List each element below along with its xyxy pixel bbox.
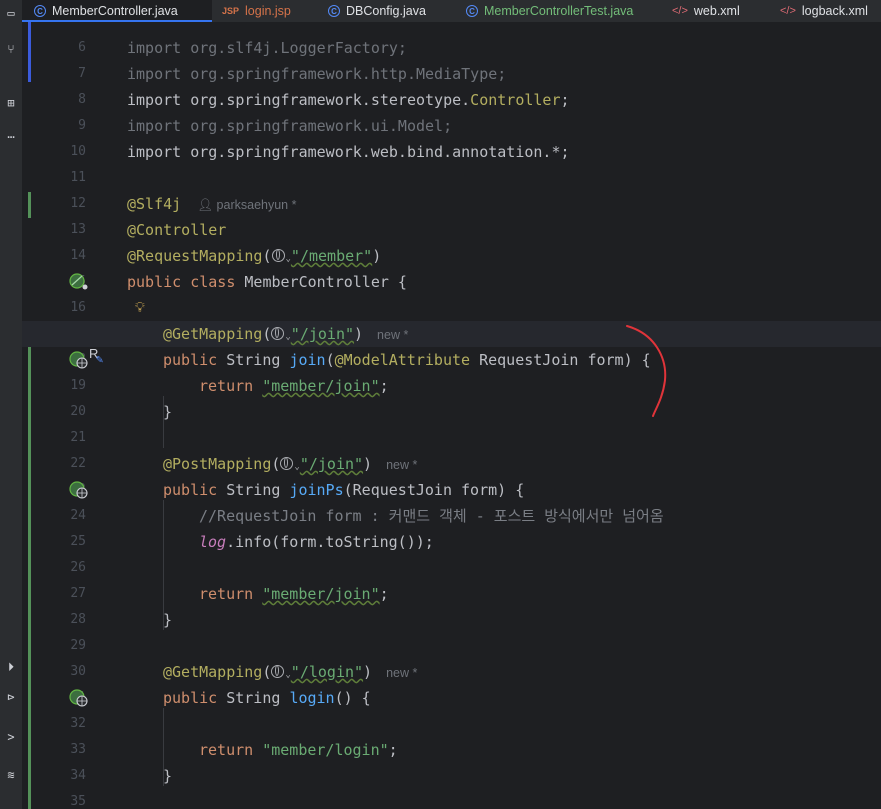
line-number: 26 — [70, 560, 86, 575]
line-number: 27 — [70, 586, 86, 601]
red-pen-annotation — [626, 325, 667, 417]
code-line-9: import org.springframework.ui.Model; — [127, 117, 453, 135]
structure-icon[interactable]: ⊞ — [2, 94, 20, 112]
usage-hint[interactable]: new * — [386, 458, 417, 472]
tab-label: logback.xml — [801, 4, 868, 18]
code-line-17: @GetMapping(⌄"/join") new * — [163, 325, 409, 343]
line-number: 35 — [70, 794, 86, 809]
code-line-33: return "member/login"; — [199, 741, 398, 759]
line-number: 32 — [70, 716, 86, 731]
code-line-25: log.info(form.toString()); — [199, 533, 434, 551]
code-line-15: public class MemberController { — [127, 273, 407, 291]
java-class-icon: C — [34, 5, 46, 17]
layers-icon[interactable]: ≋ — [2, 766, 20, 784]
line-number: 28 — [70, 612, 86, 627]
code-line-30: @GetMapping(⌄"/login") new * — [163, 663, 418, 681]
tab-label: DBConfig.java — [346, 4, 426, 18]
tab-label: MemberController.java — [52, 4, 178, 18]
jsp-file-icon: JSP — [222, 6, 240, 16]
code-line-12: @Slf4j 👤︎ parksaehyun * — [127, 195, 297, 213]
code-line-14: @RequestMapping(⌄"/member") — [127, 247, 382, 265]
commit-icon[interactable]: ⑂ — [2, 40, 20, 58]
usage-hint[interactable]: new * — [386, 666, 417, 680]
code-line-24: //RequestJoin form : 커맨드 객체 - 포스트 방식에서만 … — [199, 507, 664, 525]
line-number: 11 — [70, 170, 86, 185]
globe-icon[interactable] — [271, 665, 285, 678]
vcs-added-marker — [28, 192, 31, 218]
edit-pencil-icon[interactable]: ✎ — [96, 352, 103, 366]
line-number: 10 — [70, 144, 86, 159]
line-number: 14 — [70, 248, 86, 263]
spring-request-mapping-icon[interactable] — [68, 480, 90, 500]
code-line-6: import org.slf4j.LoggerFactory; — [127, 39, 407, 57]
tab-membercontroller-java[interactable]: C MemberController.java — [22, 0, 212, 22]
project-icon[interactable]: ▭ — [2, 4, 20, 22]
author-hint[interactable]: 👤︎ parksaehyun * — [197, 198, 296, 212]
tab-label: web.xml — [693, 4, 740, 18]
tab-web-xml[interactable]: </> web.xml — [672, 0, 740, 22]
line-number: 13 — [70, 222, 86, 237]
xml-file-icon: </> — [780, 5, 796, 17]
code-line-8: import org.springframework.stereotype.Co… — [127, 91, 570, 109]
code-line-20: } — [163, 403, 173, 421]
tab-login-jsp[interactable]: JSP login.jsp — [222, 0, 291, 22]
code-line-27: return "member/join"; — [199, 585, 389, 603]
line-number: 7 — [78, 66, 86, 81]
spring-request-mapping-icon[interactable] — [68, 688, 90, 708]
services-icon[interactable]: ⊳ — [2, 688, 20, 706]
more-icon[interactable]: ⋯ — [2, 128, 20, 146]
terminal-icon[interactable]: > — [2, 728, 20, 746]
tab-label: MemberControllerTest.java — [484, 4, 634, 18]
line-number: 16 — [70, 300, 86, 315]
globe-icon[interactable] — [271, 249, 285, 262]
lightbulb-icon[interactable]: 💡︎ — [135, 300, 145, 316]
line-number: 19 — [70, 378, 86, 393]
code-line-28: } — [163, 611, 173, 629]
code-line-13: @Controller — [127, 221, 227, 239]
code-line-23: public String joinPs(RequestJoin form) { — [163, 481, 525, 499]
editor-tab-bar: C MemberController.java JSP login.jsp C … — [0, 0, 881, 23]
globe-icon[interactable] — [271, 327, 285, 340]
vcs-modified-marker — [28, 22, 31, 82]
line-number: 8 — [78, 92, 86, 107]
usage-hint[interactable]: new * — [377, 328, 408, 342]
code-editor[interactable]: import org.slf4j.LoggerFactory; import o… — [125, 22, 881, 809]
line-number: 29 — [70, 638, 86, 653]
code-line-7: import org.springframework.http.MediaTyp… — [127, 65, 507, 83]
code-line-22: @PostMapping(⌄"/join") new * — [163, 455, 418, 473]
line-number: 20 — [70, 404, 86, 419]
test-class-icon: C — [466, 5, 478, 17]
code-line-19: return "member/join"; — [199, 377, 389, 395]
code-line-34: } — [163, 767, 173, 785]
tab-logback-xml[interactable]: </> logback.xml — [780, 0, 868, 22]
line-number: 25 — [70, 534, 86, 549]
line-number: 24 — [70, 508, 86, 523]
tool-window-strip: ▭ ⑂ ⊞ ⋯ ⏵ ⊳ > ≋ — [0, 6, 22, 809]
line-number: 33 — [70, 742, 86, 757]
run-icon[interactable]: ⏵ — [2, 658, 20, 676]
line-number: 9 — [78, 118, 86, 133]
line-number: 30 — [70, 664, 86, 679]
xml-file-icon: </> — [672, 5, 688, 17]
line-number: 22 — [70, 456, 86, 471]
tab-dbconfig-java[interactable]: C DBConfig.java — [328, 0, 426, 22]
spring-request-mapping-icon[interactable] — [68, 350, 90, 370]
editor-gutter: 6 7 8 9 10 11 12 13 14 15 16 17 18 19 20… — [22, 22, 125, 809]
line-number: 21 — [70, 430, 86, 445]
vcs-added-marker — [28, 322, 31, 809]
code-line-18: public String join(@ModelAttribute Reque… — [163, 351, 651, 369]
tab-label: login.jsp — [245, 4, 291, 18]
user-icon: 👤︎ — [197, 198, 214, 212]
code-line-10: import org.springframework.web.bind.anno… — [127, 143, 570, 161]
spring-bean-icon[interactable] — [68, 272, 90, 292]
tab-membercontrollertest-java[interactable]: C MemberControllerTest.java — [466, 0, 633, 22]
line-number: 12 — [70, 196, 86, 211]
code-line-31: public String login() { — [163, 689, 371, 707]
java-class-icon: C — [328, 5, 340, 17]
line-number: 34 — [70, 768, 86, 783]
line-number: 6 — [78, 40, 86, 55]
globe-icon[interactable] — [280, 457, 294, 470]
